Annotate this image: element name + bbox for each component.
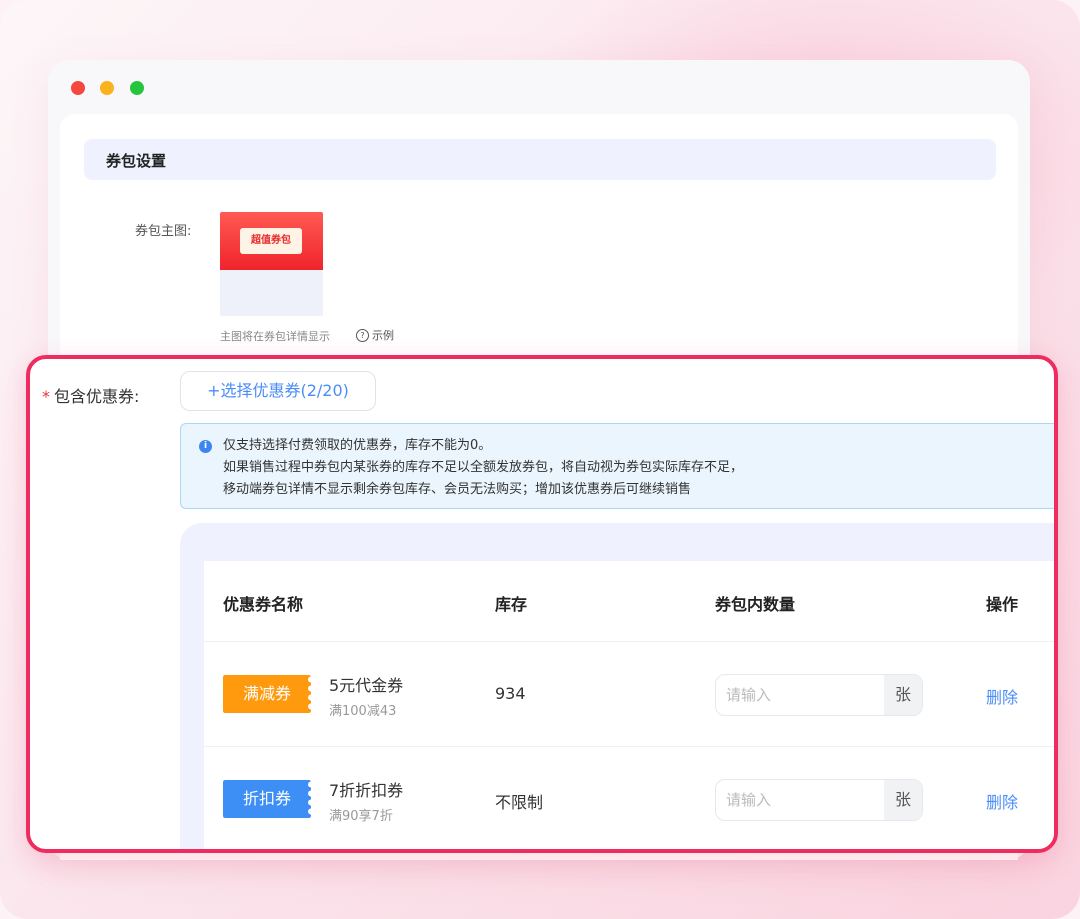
coupon-type-tag: 满减券: [223, 675, 311, 713]
quantity-input[interactable]: [716, 675, 880, 715]
quantity-unit: 张: [884, 780, 922, 820]
table-row: 折扣券 7折折扣券 满90享7折 不限制 张 删除: [204, 746, 1054, 849]
minimize-window-dot[interactable]: [100, 81, 114, 95]
coupon-stock: 不限制: [495, 793, 544, 812]
question-icon: ?: [356, 328, 369, 342]
coupon-name: 5元代金券: [329, 676, 404, 695]
section-header: 券包设置: [84, 139, 996, 180]
notice-box: i 仅支持选择付费领取的优惠券，库存不能为0。 如果销售过程中券包内某张券的库存…: [180, 423, 1054, 509]
cover-image-text: 超值券包: [240, 228, 302, 254]
coupon-table-container: 优惠券名称 库存 券包内数量 操作 满减券 5元代金券 满100减43 934 …: [180, 523, 1054, 849]
table-row: 满减券 5元代金券 满100减43 934 张 删除: [204, 641, 1054, 746]
quantity-field: 张: [715, 674, 923, 716]
maximize-window-dot[interactable]: [130, 81, 144, 95]
header-quantity: 券包内数量: [715, 595, 796, 614]
header-stock: 库存: [495, 595, 528, 614]
coupon-stock: 934: [495, 684, 526, 703]
quantity-field: 张: [715, 779, 923, 821]
cover-image: 超值券包: [220, 212, 323, 270]
section-title: 券包设置: [106, 152, 167, 170]
close-window-dot[interactable]: [71, 81, 85, 95]
delete-link[interactable]: 删除: [986, 789, 1018, 813]
coupon-condition: 满100减43: [329, 704, 397, 719]
cover-hint: 主图将在券包详情显示: [220, 330, 330, 343]
info-icon: i: [199, 440, 212, 453]
coupon-condition: 满90享7折: [329, 809, 393, 824]
cover-image-upload[interactable]: 超值券包: [220, 212, 323, 316]
select-coupon-button[interactable]: +选择优惠券(2/20): [180, 371, 376, 411]
cover-image-label: 券包主图:: [135, 224, 192, 239]
included-coupons-text: 包含优惠券:: [54, 387, 140, 406]
required-mark: *: [42, 387, 50, 406]
quantity-input[interactable]: [716, 780, 880, 820]
notice-line-2: 如果销售过程中券包内某张券的库存不足以全额发放券包，将自动视为券包实际库存不足，: [223, 460, 744, 475]
coupon-table: 优惠券名称 库存 券包内数量 操作 满减券 5元代金券 满100减43 934 …: [204, 561, 1054, 849]
included-coupons-label: * 包含优惠券:: [42, 383, 139, 407]
coupon-name: 7折折扣券: [329, 781, 404, 800]
notice-line-1: 仅支持选择付费领取的优惠券，库存不能为0。: [223, 438, 492, 453]
included-coupons-panel: * 包含优惠券: +选择优惠券(2/20) i 仅支持选择付费领取的优惠券，库存不…: [26, 355, 1058, 853]
header-coupon-name: 优惠券名称: [223, 595, 304, 614]
example-link[interactable]: ? 示例: [356, 327, 394, 343]
coupon-type-tag: 折扣券: [223, 780, 311, 818]
quantity-unit: 张: [884, 675, 922, 715]
notice-line-3: 移动端券包详情不显示剩余券包库存、会员无法购买；增加该优惠券后可继续销售: [223, 482, 692, 497]
example-label: 示例: [372, 329, 394, 342]
header-action: 操作: [986, 595, 1019, 614]
delete-link[interactable]: 删除: [986, 684, 1018, 708]
